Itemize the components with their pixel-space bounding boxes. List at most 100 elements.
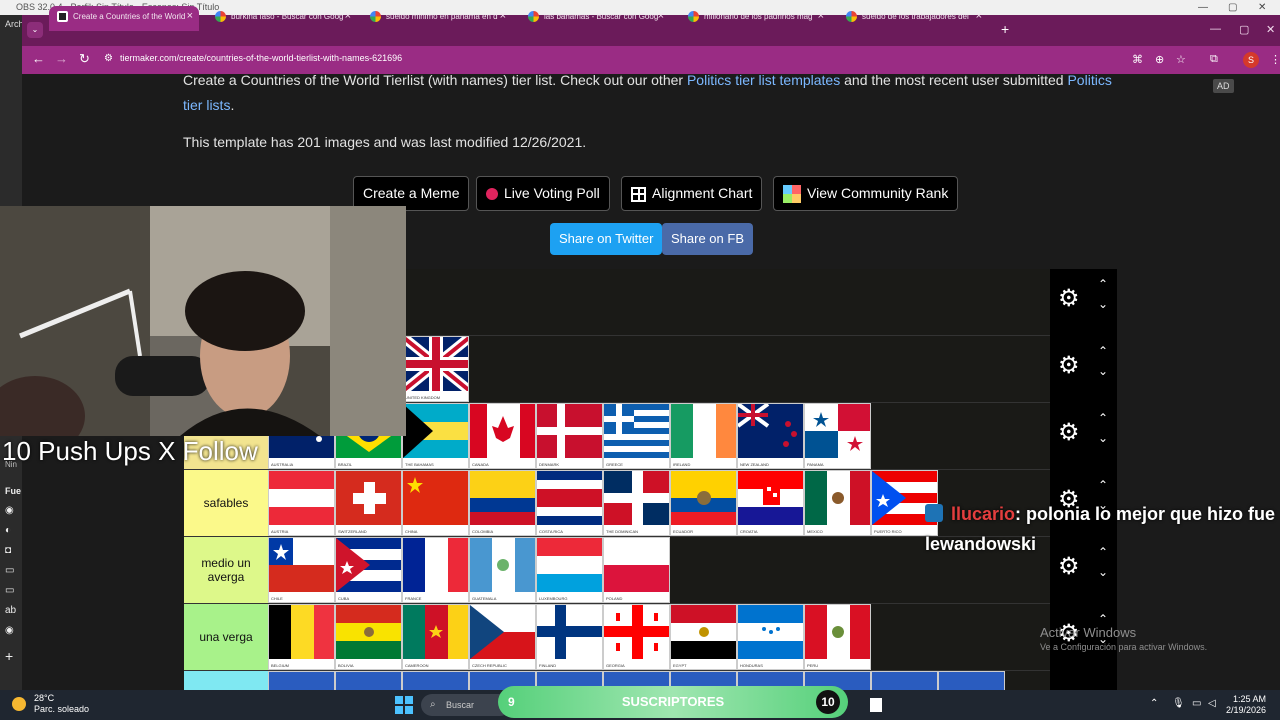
tab-close-icon[interactable]: ×	[818, 6, 824, 27]
source-display-icon[interactable]: ▭	[5, 585, 14, 596]
politics-templates-link[interactable]: Politics tier list templates	[687, 74, 840, 88]
gear-icon[interactable]: ⚙	[1058, 351, 1080, 380]
flag-item[interactable]	[402, 671, 469, 690]
flag-item[interactable]: FINLAND	[536, 604, 603, 670]
weather-widget[interactable]: 28°C Parc. soleado	[12, 693, 89, 715]
browser-tab[interactable]: millonario de los padrinos mag ×	[680, 6, 830, 31]
flag-item[interactable]: NEW ZEALAND	[737, 403, 804, 469]
address-bar[interactable]: tiermaker.com/create/countries-of-the-wo…	[120, 53, 402, 63]
move-up-icon[interactable]: ⌃	[1098, 411, 1108, 425]
extensions-icon[interactable]: ⧉	[1210, 53, 1218, 66]
politics-link[interactable]: Politics	[1067, 74, 1111, 88]
flag-item[interactable]: COLOMBIA	[469, 470, 536, 536]
browser-minimize-icon[interactable]: —	[1210, 23, 1221, 35]
tab-close-icon[interactable]: ×	[500, 6, 506, 27]
close-icon[interactable]: ✕	[1258, 0, 1266, 15]
forward-icon[interactable]: →	[55, 51, 68, 66]
reload-icon[interactable]: ↻	[79, 51, 90, 67]
flag-item[interactable]: CHILE	[268, 537, 335, 603]
volume-icon[interactable]: ◁	[1208, 698, 1216, 709]
tab-search-icon[interactable]: ⌄	[27, 22, 43, 38]
flag-item[interactable]: UNITED KINGDOM	[402, 336, 469, 402]
flag-item[interactable]: BELGIUM	[268, 604, 335, 670]
share-fb-button[interactable]: Share on FB	[662, 223, 753, 255]
flag-item[interactable]	[938, 671, 1005, 690]
flag-item[interactable]	[335, 671, 402, 690]
maximize-icon[interactable]: ▢	[1228, 0, 1237, 15]
add-source-icon[interactable]: +	[5, 648, 13, 664]
tab-close-icon[interactable]: ×	[345, 6, 351, 27]
flag-item[interactable]: SWITZERLAND	[335, 470, 402, 536]
flag-item[interactable]: FRANCE	[402, 537, 469, 603]
gear-icon[interactable]: ⚙	[1058, 284, 1080, 313]
flag-item[interactable]: DENMARK	[536, 403, 603, 469]
move-up-icon[interactable]: ⌃	[1098, 612, 1108, 626]
source-text-icon[interactable]: ab	[5, 605, 16, 616]
flag-item[interactable]: LUXEMBOURG	[536, 537, 603, 603]
tier-label[interactable]: safables	[184, 470, 268, 536]
flag-item[interactable]: CHINA	[402, 470, 469, 536]
tab-close-icon[interactable]: ×	[976, 6, 982, 27]
profile-avatar[interactable]: S	[1243, 52, 1259, 68]
source-media-icon[interactable]: ◉	[5, 625, 14, 636]
back-icon[interactable]: ←	[32, 51, 45, 66]
menu-icon[interactable]: ⋮	[1270, 53, 1280, 66]
microphone-icon[interactable]: 🎙	[1172, 698, 1185, 709]
move-up-icon[interactable]: ⌃	[1098, 277, 1108, 291]
flag-item[interactable]: PANAMA	[804, 403, 871, 469]
obs-menu-arch[interactable]: Arch	[5, 19, 24, 29]
move-down-icon[interactable]: ⌄	[1098, 431, 1108, 445]
flag-item[interactable]: MEXICO	[804, 470, 871, 536]
browser-tab[interactable]: las bahamas - Buscar con Goog ×	[520, 6, 670, 31]
source-browser-icon[interactable]: ◐	[5, 525, 11, 536]
obs-menu-nin[interactable]: Nin	[5, 460, 17, 469]
tier-label[interactable]	[184, 671, 268, 690]
browser-tab[interactable]: Create a Countries of the World ×	[49, 6, 199, 31]
tier-label[interactable]: una verga	[184, 604, 268, 670]
flag-item[interactable]: COSTA RICA	[536, 470, 603, 536]
tray-chevron-icon[interactable]: ⌃	[1150, 698, 1158, 709]
network-icon[interactable]: ▭	[1192, 698, 1201, 709]
flag-item[interactable]: POLAND	[603, 537, 670, 603]
browser-tab[interactable]: sueldo minimo en panama en d ×	[362, 6, 512, 31]
move-up-icon[interactable]: ⌃	[1098, 478, 1108, 492]
flag-item[interactable]: ECUADOR	[670, 470, 737, 536]
move-down-icon[interactable]: ⌄	[1098, 565, 1108, 579]
new-tab-button[interactable]: +	[1001, 21, 1009, 37]
move-down-icon[interactable]: ⌄	[1098, 297, 1108, 311]
zoom-icon[interactable]: ⊕	[1155, 53, 1164, 66]
flag-item[interactable]: GEORGIA	[603, 604, 670, 670]
browser-maximize-icon[interactable]: ▢	[1239, 23, 1249, 36]
share-twitter-button[interactable]: Share on Twitter	[550, 223, 663, 255]
tab-close-icon[interactable]: ×	[187, 6, 193, 27]
flag-item[interactable]	[268, 671, 335, 690]
flag-item[interactable]	[871, 671, 938, 690]
minimize-icon[interactable]: —	[1198, 0, 1208, 15]
browser-close-icon[interactable]: ✕	[1266, 23, 1275, 36]
flag-item[interactable]: HONDURAS	[737, 604, 804, 670]
translate-icon[interactable]: ⌘	[1132, 53, 1143, 66]
flag-item[interactable]: THE DOMINICAN	[603, 470, 670, 536]
flag-item[interactable]: PERU	[804, 604, 871, 670]
start-windows-icon[interactable]	[395, 696, 413, 714]
flag-item[interactable]: AUSTRIA	[268, 470, 335, 536]
flag-item[interactable]: CAMEROON	[402, 604, 469, 670]
browser-tab[interactable]: burkina faso - Buscar con Goog ×	[207, 6, 357, 31]
source-camera-icon[interactable]: ◘	[5, 545, 11, 556]
alignment-chart-button[interactable]: Alignment Chart	[621, 176, 763, 211]
flag-item[interactable]: BOLIVIA	[335, 604, 402, 670]
source-globe-icon[interactable]: ◉	[5, 505, 14, 516]
flag-item[interactable]: THE BAHAMAS	[402, 403, 469, 469]
taskbar-clock[interactable]: 1:25 AM 2/19/2026	[1226, 694, 1266, 716]
tab-close-icon[interactable]: ×	[658, 6, 664, 27]
source-window-icon[interactable]: ▭	[5, 565, 14, 576]
flag-item[interactable]: GREECE	[603, 403, 670, 469]
flag-item[interactable]: CUBA	[335, 537, 402, 603]
calculator-icon[interactable]	[870, 698, 882, 712]
move-up-icon[interactable]: ⌃	[1098, 344, 1108, 358]
browser-tab[interactable]: sueldo de los trabajadores del ×	[838, 6, 988, 31]
site-info-icon[interactable]: ⚙	[104, 53, 113, 64]
live-voting-poll-button[interactable]: Live Voting Poll	[476, 176, 610, 211]
flag-item[interactable]: EGYPT	[670, 604, 737, 670]
flag-item[interactable]: CANADA	[469, 403, 536, 469]
